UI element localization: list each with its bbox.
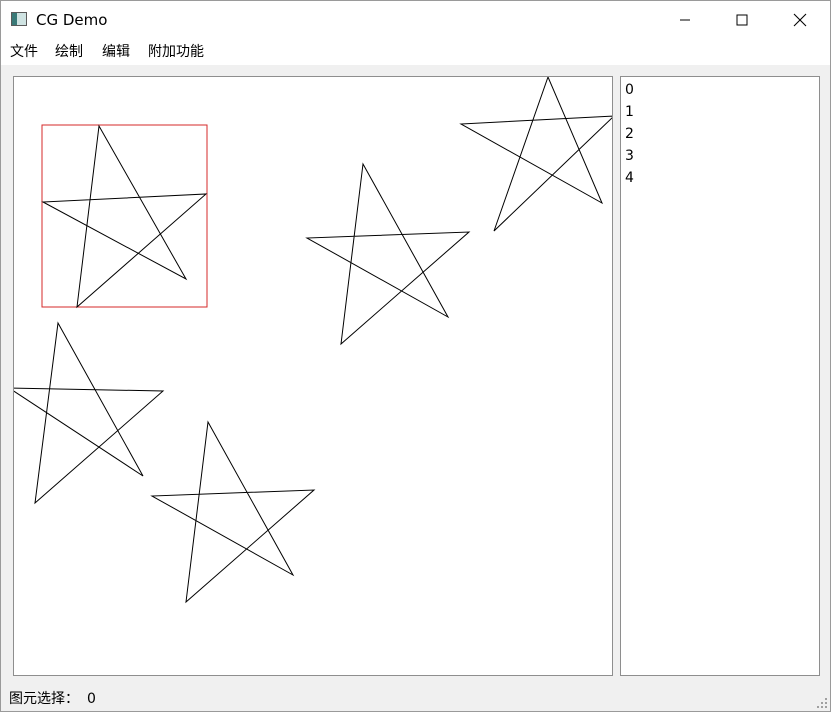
list-item[interactable]: 0 (625, 80, 634, 100)
status-bar: 图元选择： 0 (1, 685, 830, 711)
maximize-button[interactable] (713, 1, 771, 39)
menu-draw[interactable]: 绘制 (55, 43, 83, 61)
star-shape-3[interactable] (14, 321, 165, 505)
star-shape-0[interactable] (41, 124, 208, 309)
list-item[interactable]: 3 (625, 146, 634, 166)
app-window-icon (11, 12, 27, 26)
status-label: 图元选择： (9, 691, 79, 707)
close-icon (793, 13, 807, 27)
status-value: 0 (87, 691, 96, 707)
menu-extras[interactable]: 附加功能 (148, 43, 204, 61)
selection-box[interactable] (41, 124, 208, 308)
window-title: CG Demo (36, 11, 108, 29)
app-window: CG Demo 文件 绘制 编辑 附加功能 0 1 2 3 4 图元选择： 0 (0, 0, 831, 712)
minimize-icon (680, 19, 690, 21)
maximize-icon (736, 14, 748, 26)
star-shape-1[interactable] (305, 162, 471, 346)
list-item[interactable]: 4 (625, 168, 634, 188)
canvas-drawing (14, 77, 612, 604)
list-item[interactable]: 2 (625, 124, 634, 144)
menu-edit[interactable]: 编辑 (102, 43, 130, 61)
shape-list[interactable]: 0 1 2 3 4 (620, 76, 820, 676)
resize-grip-icon[interactable] (816, 697, 828, 709)
list-item[interactable]: 1 (625, 102, 634, 122)
close-button[interactable] (771, 1, 829, 39)
star-shape-4[interactable] (150, 420, 316, 604)
star-shape-2[interactable] (459, 77, 612, 232)
menu-bar: 文件 绘制 编辑 附加功能 (1, 39, 830, 65)
drawing-canvas[interactable] (13, 76, 613, 676)
minimize-button[interactable] (656, 1, 714, 39)
menu-file[interactable]: 文件 (10, 43, 38, 61)
title-bar[interactable]: CG Demo (1, 1, 830, 39)
